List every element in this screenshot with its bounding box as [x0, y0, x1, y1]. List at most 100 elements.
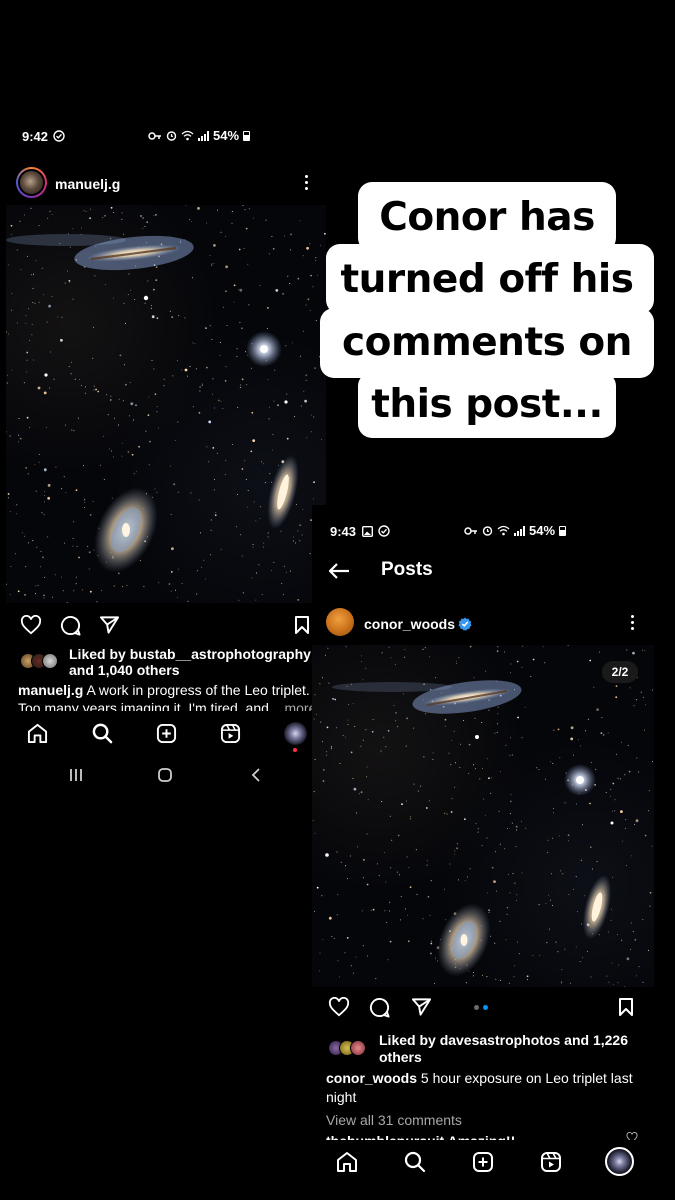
star: [522, 645, 524, 647]
create-icon[interactable]: [156, 723, 177, 744]
star: [399, 874, 401, 876]
star: [238, 288, 240, 290]
star: [445, 919, 447, 921]
like-heart-icon[interactable]: [20, 615, 42, 635]
star: [635, 819, 639, 823]
liked-by-others[interactable]: others: [379, 1048, 422, 1066]
star: [40, 566, 42, 568]
star: [547, 839, 549, 841]
post-username[interactable]: manuelj.g: [55, 176, 120, 192]
star: [251, 411, 254, 414]
share-icon[interactable]: [99, 615, 120, 635]
more-options-icon[interactable]: [631, 615, 634, 630]
star: [634, 938, 637, 941]
caption-username[interactable]: manuelj.g: [18, 682, 83, 698]
star: [340, 861, 342, 863]
star: [225, 366, 227, 368]
star: [627, 744, 629, 746]
comment-icon[interactable]: [60, 615, 81, 636]
star: [240, 534, 242, 536]
star: [73, 590, 75, 592]
star: [33, 273, 34, 275]
star: [211, 263, 213, 265]
comment-like-icon[interactable]: [626, 1132, 638, 1140]
star: [432, 752, 434, 754]
star: [44, 470, 46, 472]
star: [27, 255, 29, 257]
view-comments-link[interactable]: View all 31 comments: [326, 1111, 462, 1129]
star: [652, 761, 653, 762]
liked-by-text[interactable]: Liked by davesastrophotos and 1,226: [379, 1031, 628, 1049]
more-options-icon[interactable]: [305, 175, 308, 190]
search-icon[interactable]: [404, 1151, 426, 1173]
carousel-dot: [474, 1005, 479, 1010]
back-arrow-icon[interactable]: [328, 562, 350, 580]
star: [472, 975, 474, 977]
star: [305, 379, 307, 381]
star: [144, 226, 146, 227]
home-icon[interactable]: [27, 723, 48, 744]
back-icon[interactable]: [250, 767, 262, 783]
star: [140, 215, 142, 217]
caption-username[interactable]: conor_woods: [326, 1070, 417, 1086]
profile-icon[interactable]: [605, 1147, 634, 1176]
post-username[interactable]: conor_woods: [364, 616, 455, 632]
home-system-icon[interactable]: [157, 767, 173, 783]
post-image[interactable]: [312, 645, 654, 987]
star: [330, 747, 332, 749]
battery-icon: [243, 130, 251, 141]
star: [163, 378, 165, 380]
star: [589, 846, 592, 849]
star: [268, 253, 270, 255]
star: [6, 382, 8, 384]
star: [294, 416, 296, 417]
star: [138, 445, 141, 448]
star: [454, 850, 456, 852]
avatar[interactable]: [16, 167, 47, 198]
bookmark-icon[interactable]: [618, 997, 634, 1017]
star: [70, 373, 72, 375]
star: [493, 880, 496, 883]
star: [446, 813, 448, 815]
reels-icon[interactable]: [540, 1151, 562, 1173]
bookmark-icon[interactable]: [294, 615, 310, 635]
like-heart-icon[interactable]: [328, 997, 350, 1017]
star: [413, 727, 415, 729]
avatar[interactable]: [326, 608, 354, 636]
star: [210, 529, 212, 531]
create-icon[interactable]: [472, 1151, 494, 1173]
star: [231, 222, 233, 224]
liked-by-user[interactable]: bustab__astrophotography: [130, 646, 311, 662]
star: [11, 369, 13, 371]
star: [638, 771, 640, 773]
star: [626, 649, 628, 651]
star: [205, 578, 206, 580]
profile-icon[interactable]: [284, 722, 307, 745]
recents-icon[interactable]: [68, 768, 84, 782]
comment-icon[interactable]: [369, 997, 390, 1018]
search-icon[interactable]: [92, 723, 113, 744]
star: [81, 589, 83, 591]
star: [199, 532, 201, 534]
star: [153, 214, 155, 216]
home-icon[interactable]: [336, 1151, 358, 1173]
star: [642, 919, 644, 921]
star: [220, 400, 222, 402]
star: [630, 855, 632, 857]
liked-by-others[interactable]: and 1,040 others: [69, 661, 180, 679]
star: [72, 228, 74, 230]
star: [485, 670, 487, 672]
star: [20, 269, 22, 271]
liked-by-user[interactable]: davesastrophotos: [440, 1032, 561, 1048]
star: [211, 264, 213, 266]
star: [133, 419, 134, 421]
more-link[interactable]: ... more: [269, 700, 316, 711]
star: [624, 774, 626, 776]
reels-icon[interactable]: [220, 723, 241, 744]
share-icon[interactable]: [411, 997, 432, 1017]
star: [448, 752, 450, 754]
post-image[interactable]: [6, 205, 326, 603]
star: [527, 979, 528, 981]
star: [109, 399, 112, 401]
star: [559, 835, 560, 837]
